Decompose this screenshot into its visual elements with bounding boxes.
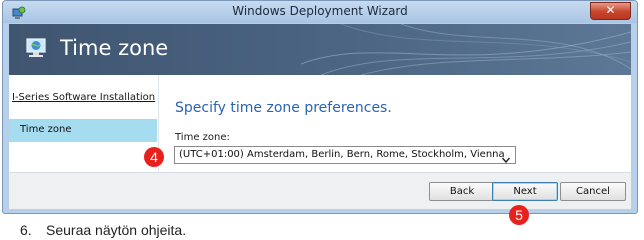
next-button[interactable]: Next	[492, 182, 558, 201]
cancel-button[interactable]: Cancel	[560, 182, 626, 201]
step-text: Seuraa näytön ohjeita.	[46, 222, 187, 238]
close-icon: ✕	[605, 3, 616, 17]
instruction-step: 6. Seuraa näytön ohjeita.	[20, 222, 186, 238]
close-button[interactable]: ✕	[590, 2, 631, 20]
main-panel: I-Series Software Installation Time zone…	[9, 75, 631, 172]
back-button[interactable]: Back	[429, 182, 495, 201]
timezone-label: Time zone:	[175, 132, 230, 143]
wizard-step-sidebar: I-Series Software Installation Time zone	[9, 75, 159, 172]
callout-badge-timezone: 4	[144, 147, 164, 167]
page-title: Time zone	[60, 36, 169, 60]
timezone-dropdown[interactable]: (UTC+01:00) Amsterdam, Berlin, Bern, Rom…	[174, 146, 516, 164]
wizard-window: Windows Deployment Wizard ✕ Time zone I-…	[2, 0, 638, 214]
callout-badge-next: 5	[509, 205, 529, 225]
chevron-down-icon[interactable]	[501, 150, 511, 164]
step-number: 6.	[20, 222, 32, 238]
banner-decoration	[301, 24, 631, 75]
sidebar-item-label: Time zone	[20, 124, 72, 135]
page-banner: Time zone	[9, 24, 631, 75]
wizard-footer: Back Next Cancel	[9, 172, 631, 209]
title-bar[interactable]: Windows Deployment Wizard ✕	[3, 1, 637, 23]
section-heading: Specify time zone preferences.	[175, 100, 392, 116]
window-title: Windows Deployment Wizard	[232, 4, 408, 18]
monitor-globe-icon	[23, 37, 49, 59]
sidebar-item-time-zone[interactable]: Time zone	[9, 119, 157, 142]
timezone-selected-value: (UTC+01:00) Amsterdam, Berlin, Bern, Rom…	[179, 149, 505, 160]
sidebar-item-iseries-software[interactable]: I-Series Software Installation	[12, 91, 156, 104]
